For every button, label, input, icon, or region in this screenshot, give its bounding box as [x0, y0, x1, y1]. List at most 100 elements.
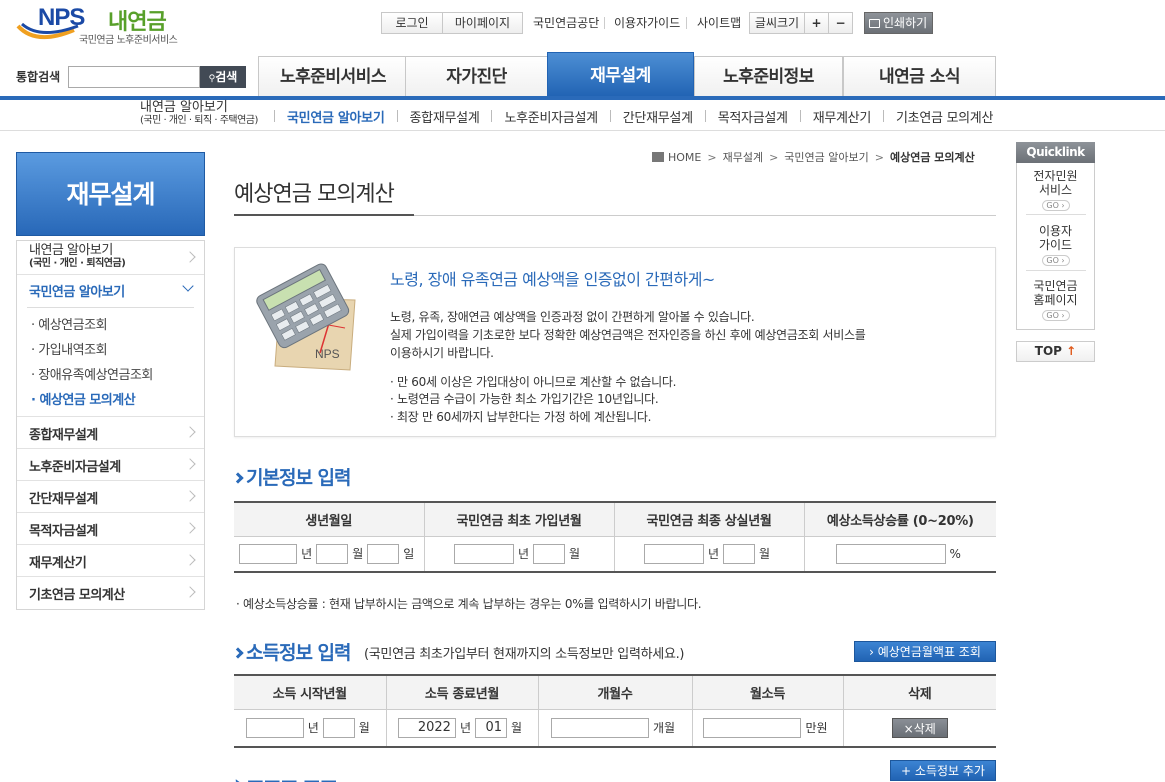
- breadcrumb-item[interactable]: 재무설계: [723, 149, 763, 165]
- snb-item-purpose-fund[interactable]: 목적자금설계: [718, 107, 788, 126]
- column-header: 개월수: [537, 675, 692, 710]
- lnb-item-label[interactable]: 국민연금 알아보기: [29, 281, 125, 300]
- lnb-item-purpose-fund[interactable]: 목적자금설계: [17, 513, 204, 545]
- lnb-sub-pension-inquiry[interactable]: · 예상연금조회: [31, 314, 108, 333]
- last-loss-year-input[interactable]: [643, 543, 704, 564]
- divider: [799, 110, 801, 122]
- column-header: 월소득: [691, 675, 843, 710]
- lnb-sub-disability-survivor[interactable]: · 장애유족예상연금조회: [31, 364, 153, 383]
- lnb-item-label: 내연금 알아보기: [29, 243, 113, 258]
- divider: [1026, 214, 1086, 215]
- quicklink-label: 가이드: [1038, 238, 1073, 252]
- chevron-right-icon: [184, 521, 196, 534]
- table-row: 년월 2022 년 01 월 개월 만원 ×삭제: [234, 709, 996, 747]
- nps-link[interactable]: 국민연금공단: [533, 12, 599, 34]
- divider: [604, 17, 605, 29]
- tab-pension-news[interactable]: 내연금 소식: [843, 56, 996, 97]
- snb-item-retirement-fund[interactable]: 노후준비자금설계: [504, 107, 598, 126]
- scroll-top-button[interactable]: TOP ↑: [1016, 341, 1095, 362]
- last-loss-month-input[interactable]: [723, 543, 755, 564]
- lnb-item-calculator[interactable]: 재무계산기: [17, 545, 204, 577]
- info-text: 이용하시기 바랍니다.: [390, 346, 494, 360]
- chevron-right-icon: [184, 553, 196, 566]
- next-section-title-fragment: › ▬▬▬ ▬▬: [234, 776, 394, 782]
- chevron-right-icon: [184, 250, 196, 263]
- section-title-basic: 기본정보 입력: [232, 463, 351, 490]
- section-title-label: 기본정보 입력: [246, 467, 351, 489]
- lnb-sub-pension-simulation[interactable]: · 예상연금 모의계산: [31, 389, 136, 408]
- quicklink-user-guide[interactable]: 이용자 가이드 GO ›: [1017, 224, 1094, 266]
- lnb-item-my-pension[interactable]: 내연금 알아보기 (국민 · 개인 · 퇴직연금): [17, 241, 204, 275]
- quicklink-nps-homepage[interactable]: 국민연금 홈페이지 GO ›: [1017, 279, 1094, 321]
- breadcrumb-current: 예상연금 모의계산: [889, 151, 975, 164]
- income-end-year-input[interactable]: 2022: [397, 717, 456, 738]
- chevron-right-icon: [184, 586, 196, 598]
- unit-label: 월: [352, 547, 364, 562]
- snb-item-calculator[interactable]: 재무계산기: [813, 107, 872, 126]
- mypage-button[interactable]: 마이페이지: [443, 12, 523, 34]
- income-start-year-input[interactable]: [245, 717, 304, 738]
- breadcrumb-home[interactable]: HOME: [668, 151, 701, 164]
- unit-label: 년: [307, 721, 319, 736]
- tab-retirement-service[interactable]: 노후준비서비스: [258, 56, 408, 97]
- lnb-item-comprehensive[interactable]: 종합재무설계: [17, 417, 204, 449]
- user-guide-link[interactable]: 이용자가이드: [614, 12, 680, 34]
- column-header: 삭제: [842, 675, 996, 710]
- nps-logo[interactable]: NPS 내연금 국민연금 노후준비서비스: [16, 4, 186, 46]
- monthly-income-input[interactable]: [703, 717, 802, 738]
- lnb-item-simple[interactable]: 간단재무설계: [17, 481, 204, 513]
- month-count-input[interactable]: [550, 717, 649, 738]
- birth-month-input[interactable]: [316, 543, 349, 564]
- income-growth-rate-input[interactable]: [835, 543, 946, 564]
- main-navigation: 노후준비서비스 자가진단 재무설계 노후준비정보 내연금 소식: [0, 52, 1165, 97]
- delete-row-button[interactable]: ×삭제: [891, 717, 948, 738]
- divider: [491, 110, 493, 122]
- lnb-item-basic-pension[interactable]: 기초연금 모의계산: [17, 577, 204, 609]
- income-start-month-input[interactable]: [322, 717, 355, 738]
- breadcrumb-item[interactable]: 국민연금 알아보기: [784, 149, 868, 165]
- first-join-year-input[interactable]: [453, 543, 514, 564]
- birth-day-input[interactable]: [367, 543, 400, 564]
- quicklink-label: 서비스: [1038, 183, 1073, 197]
- print-button[interactable]: 인쇄하기: [864, 12, 933, 34]
- lnb-sub-subscription-history[interactable]: · 가입내역조회: [31, 339, 108, 358]
- tab-retirement-info[interactable]: 노후준비정보: [694, 56, 843, 97]
- font-size-group: 글씨크기 + −: [749, 12, 853, 34]
- info-bullet: · 최장 만 60세까지 납부한다는 가정 하에 계산됩니다.: [390, 410, 652, 424]
- snb-item-comprehensive[interactable]: 종합재무설계: [410, 107, 480, 126]
- tab-self-diagnosis[interactable]: 자가진단: [405, 56, 548, 97]
- lnb-item-retirement-fund[interactable]: 노후준비자금설계: [17, 449, 204, 481]
- chevron-right-icon: [184, 489, 196, 502]
- chevron-right-icon: [232, 472, 244, 484]
- quicklink-label: 국민연금: [1033, 279, 1078, 293]
- unit-label: 년: [301, 547, 313, 562]
- income-end-month-input[interactable]: 01: [475, 717, 507, 738]
- snb-item-national-pension[interactable]: 국민연금 알아보기: [287, 107, 385, 126]
- quicklink-label: 이용자: [1038, 224, 1073, 238]
- unit-label: 년: [517, 547, 529, 562]
- first-join-month-input[interactable]: [533, 543, 565, 564]
- lnb-item-label: 재무계산기: [29, 556, 87, 571]
- quicklink-civil-service[interactable]: 전자민원 서비스 GO ›: [1017, 169, 1094, 211]
- lnb-item-national-pension: 국민연금 알아보기 · 예상연금조회 · 가입내역조회 · 장애유족예상연금조회…: [17, 275, 204, 417]
- section-title-income: 소득정보 입력: [232, 638, 351, 665]
- lnb-title: 재무설계: [16, 152, 205, 236]
- font-size-label: 글씨크기: [749, 12, 805, 34]
- snb-item-simple[interactable]: 간단재무설계: [623, 107, 693, 126]
- home-icon: [652, 152, 664, 162]
- snb-item-my-pension[interactable]: 내연금 알아보기 (국민 · 개인 · 퇴직 · 주택연금): [140, 101, 258, 127]
- tab-financial-planning[interactable]: 재무설계: [547, 52, 694, 97]
- font-decrease-button[interactable]: −: [829, 12, 853, 34]
- sitemap-link[interactable]: 사이트맵: [697, 12, 741, 34]
- birth-year-input[interactable]: [239, 543, 298, 564]
- font-increase-button[interactable]: +: [805, 12, 829, 34]
- snb-item-label: 내연금 알아보기: [140, 100, 228, 115]
- pension-table-lookup-button[interactable]: › 예상연금월액표 조회: [854, 641, 996, 662]
- snb-item-basic-pension[interactable]: 기초연금 모의계산: [896, 107, 993, 126]
- add-income-button[interactable]: + 소득정보 추가: [890, 760, 996, 781]
- arrow-up-icon: ↑: [1066, 344, 1077, 358]
- unit-label: 월: [511, 721, 523, 736]
- divider: [686, 17, 687, 29]
- login-button[interactable]: 로그인: [381, 12, 443, 34]
- column-header: 소득 종료년월: [385, 675, 538, 710]
